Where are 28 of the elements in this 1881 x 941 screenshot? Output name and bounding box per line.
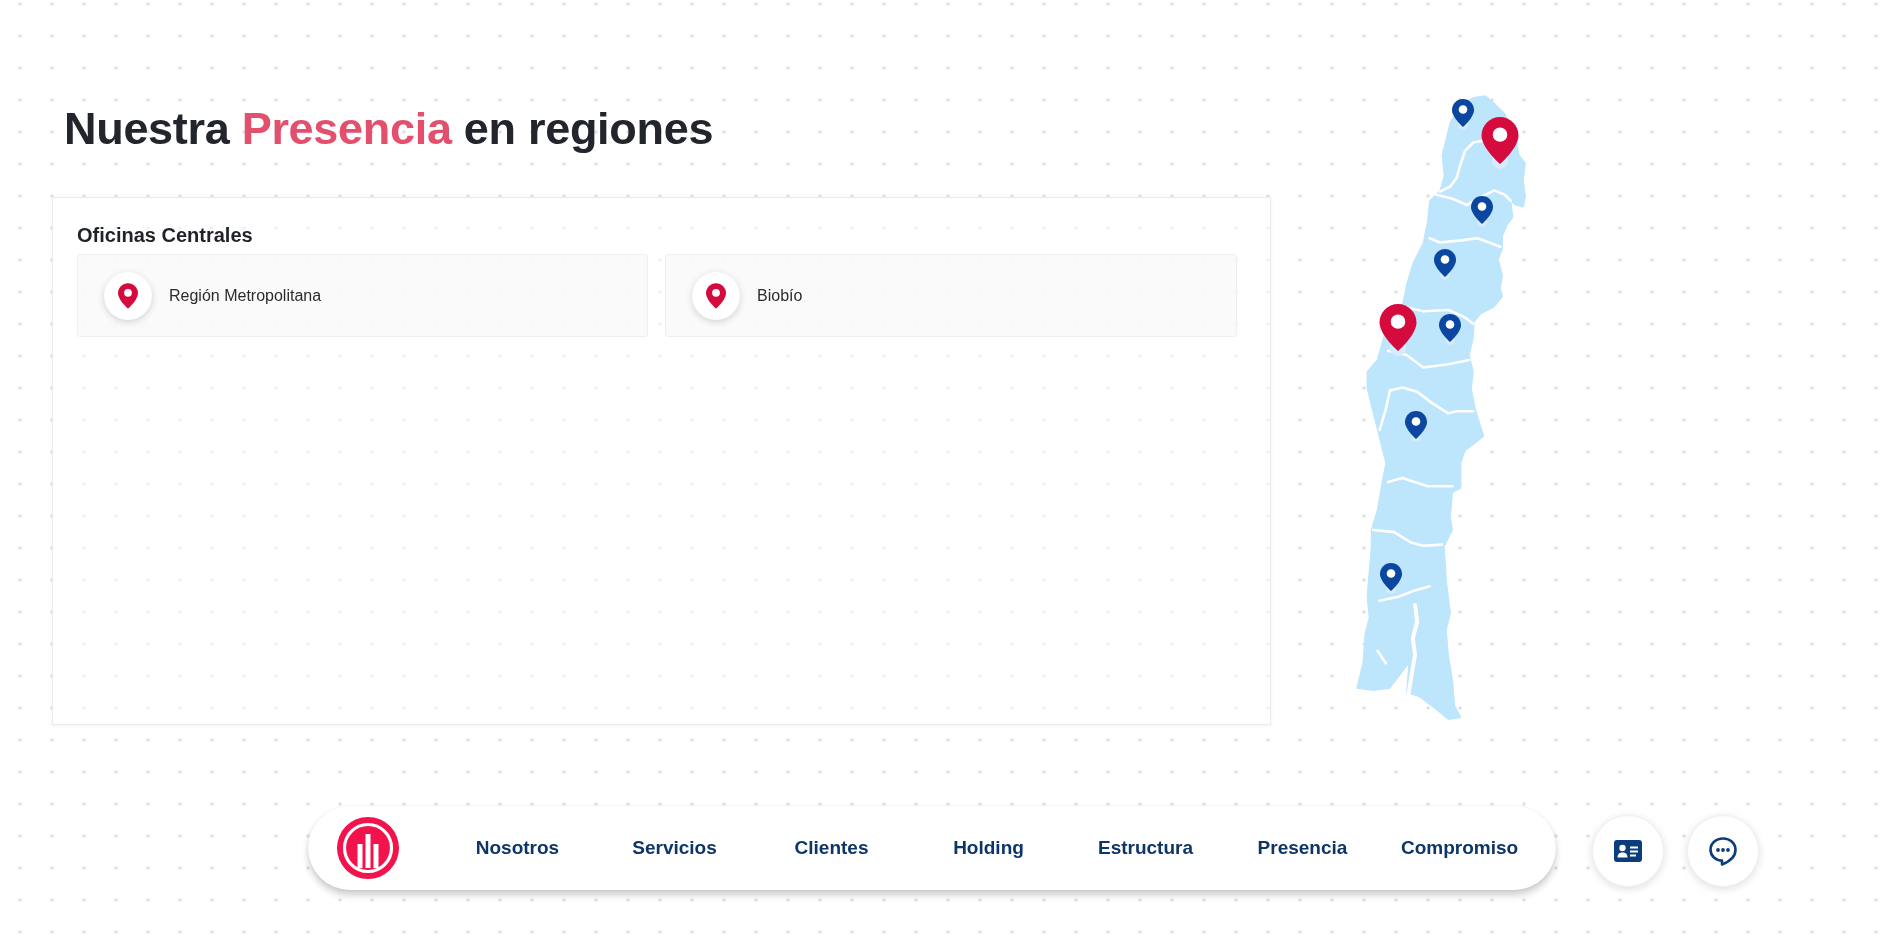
office-item[interactable]: Biobío: [665, 254, 1237, 337]
map-pin-icon[interactable]: [1405, 411, 1427, 442]
nav-link[interactable]: Compromiso: [1381, 836, 1538, 860]
id-card-icon: [1614, 840, 1642, 862]
map-pin-icon[interactable]: [1434, 249, 1456, 280]
map-pin-icon: [104, 271, 152, 320]
office-name: Región Metropolitana: [169, 285, 322, 306]
office-item[interactable]: Región Metropolitana: [77, 254, 648, 337]
nav-link[interactable]: Estructura: [1067, 836, 1224, 860]
nav-link[interactable]: Servicios: [596, 836, 753, 860]
nav-link[interactable]: Holding: [910, 836, 1067, 860]
contact-card-button[interactable]: [1592, 815, 1664, 887]
map-pin-icon[interactable]: [1380, 563, 1402, 594]
map-pin-icon[interactable]: [1481, 117, 1519, 170]
section-title: Nuestra Presencia en regiones: [64, 102, 714, 156]
logo-icon[interactable]: [337, 817, 399, 879]
office-name: Biobío: [757, 285, 803, 306]
map-pin-icon[interactable]: [1452, 99, 1474, 130]
chat-bubble-icon: [1708, 836, 1738, 866]
map-pin-icon[interactable]: [1379, 304, 1417, 357]
nav-link[interactable]: Nosotros: [439, 836, 596, 860]
panel-heading: Oficinas Centrales: [77, 223, 253, 247]
map-pin-icon: [692, 271, 740, 320]
nav-link[interactable]: Clientes: [753, 836, 910, 860]
map-pin-icon[interactable]: [1439, 314, 1461, 345]
nav-link[interactable]: Presencia: [1224, 836, 1381, 860]
map-pin-icon[interactable]: [1471, 196, 1493, 227]
chat-button[interactable]: [1687, 815, 1759, 887]
